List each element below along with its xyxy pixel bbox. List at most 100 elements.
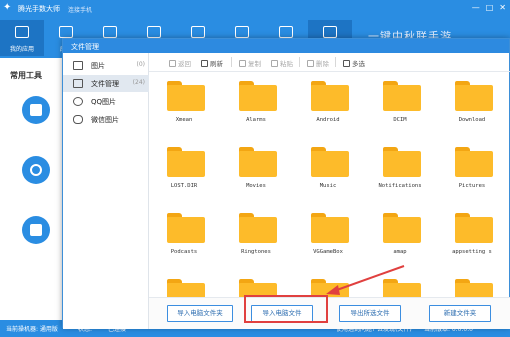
controller-icon: [147, 26, 161, 38]
nav-label: 我的应用: [9, 46, 34, 53]
archive-icon: [30, 224, 42, 236]
export-selected-button[interactable]: 导出所选文件: [339, 305, 401, 322]
nav-my-apps[interactable]: 我的应用: [0, 20, 44, 56]
folder-icon: [239, 213, 277, 243]
dialog-sidebar: 图片 (0) 文件管理 (24) QQ图片 微信图片: [63, 53, 149, 329]
apps-icon: [15, 26, 29, 38]
sidebar-item-images[interactable]: 图片 (0): [63, 57, 149, 74]
dialog-footer: 导入电脑文件夹 导入电脑文件 导出所选文件 新建文件夹: [149, 297, 510, 329]
folder-icon: [455, 81, 493, 111]
maximize-icon[interactable]: □: [486, 3, 494, 12]
folder-item[interactable]: LOST.DIR: [153, 145, 215, 205]
multi-select-label: 多选: [352, 60, 365, 68]
wechat-icon: [73, 115, 83, 124]
folder-name: Xmean: [175, 117, 193, 123]
folder-item[interactable]: Music: [297, 145, 359, 205]
folder-item[interactable]: Pictures: [441, 145, 503, 205]
sidebar-item-qq-images[interactable]: QQ图片: [63, 93, 149, 110]
minimize-icon[interactable]: —: [472, 3, 480, 12]
sidebar-item-wechat-images[interactable]: 微信图片: [63, 111, 149, 128]
refresh-label: 刷新: [210, 60, 223, 68]
sidebar-item-label: QQ图片: [91, 98, 117, 106]
folder-name: Pictures: [458, 183, 486, 189]
folder-icon: [167, 213, 205, 243]
back-icon: [169, 60, 176, 67]
qq-icon: [73, 97, 83, 106]
app-logo-icon: ✦: [3, 2, 12, 13]
checkbox-icon: [343, 60, 350, 67]
highlight-box: [244, 295, 328, 323]
folder-icon: [73, 79, 83, 88]
folder-item[interactable]: appsetting s: [441, 211, 503, 271]
folder-item[interactable]: Notifications: [369, 145, 431, 205]
folder-name: LOST.DIR: [170, 183, 198, 189]
folder-icon: [383, 147, 421, 177]
sidebar-item-count: (24): [132, 79, 145, 86]
folder-item[interactable]: Xmean: [153, 79, 215, 139]
refresh-button[interactable]: 刷新: [201, 58, 223, 68]
delete-label: 删除: [316, 60, 329, 68]
folder-name: Music: [319, 183, 337, 189]
close-icon[interactable]: ✕: [499, 3, 506, 12]
copy-label: 复制: [248, 60, 261, 68]
annotation-arrow: [326, 265, 405, 295]
folder-item[interactable]: [441, 277, 503, 297]
delete-button[interactable]: 删除: [307, 58, 329, 68]
folder-item[interactable]: Alarms: [225, 79, 287, 139]
toolbar-divider: [335, 57, 336, 67]
sidebar-item-label: 文件管理: [91, 80, 119, 88]
folder-item[interactable]: Download: [441, 79, 503, 139]
tools-sidebar: 常用工具: [0, 58, 68, 320]
sidebar-item-label: 微信图片: [91, 116, 119, 124]
android-icon: [323, 26, 337, 38]
folder-icon: [311, 213, 349, 243]
device-status: 当前操机器: 通用版: [6, 326, 58, 333]
new-folder-button[interactable]: 新建文件夹: [429, 305, 491, 322]
paste-button[interactable]: 粘贴: [271, 58, 293, 68]
dialog-titlebar: 文件管理: [63, 39, 509, 53]
tool-backup-button[interactable]: [22, 216, 50, 244]
import-folder-button[interactable]: 导入电脑文件夹: [167, 305, 233, 322]
folder-name: Alarms: [246, 117, 266, 123]
tool-files-button[interactable]: [22, 96, 50, 124]
folder-icon: [383, 81, 421, 111]
folder-name: VGGameBox: [313, 249, 343, 255]
folder-name: Podcasts: [170, 249, 198, 255]
folder-name: Notifications: [378, 183, 422, 189]
paste-label: 粘贴: [280, 60, 293, 68]
back-button[interactable]: 返回: [169, 58, 191, 68]
folder-name: amap: [393, 249, 407, 255]
folder-name: appsetting s: [452, 249, 492, 255]
music-icon: [279, 26, 293, 38]
folder-item[interactable]: Podcasts: [153, 211, 215, 271]
folder-icon: [455, 279, 493, 297]
sidebar-item-count: (0): [136, 61, 146, 68]
copy-icon: [239, 60, 246, 67]
folder-item[interactable]: [153, 277, 215, 297]
copy-button[interactable]: 复制: [239, 58, 261, 68]
connect-phone-link[interactable]: 连接手机: [68, 5, 92, 14]
gamepad-icon: [103, 26, 117, 38]
sidebar-item-label: 图片: [91, 62, 105, 70]
folder-item[interactable]: DCIM: [369, 79, 431, 139]
folder-name: DCIM: [393, 117, 407, 123]
toolbar-divider: [231, 57, 232, 67]
folder-icon: [455, 213, 493, 243]
folder-icon: [30, 104, 42, 116]
folder-item[interactable]: Android: [297, 79, 359, 139]
folder-icon: [239, 81, 277, 111]
folder-name: Android: [316, 117, 340, 123]
image-icon: [191, 26, 205, 38]
folder-icon: [383, 213, 421, 243]
app-title: 腾光手数大师: [18, 5, 60, 13]
multi-select-checkbox[interactable]: 多选: [343, 58, 365, 68]
dialog-toolbar: 返回 刷新 复制 粘贴 删除 多选: [149, 53, 510, 72]
folder-item[interactable]: [225, 277, 287, 297]
folder-item[interactable]: Movies: [225, 145, 287, 205]
folder-item[interactable]: Ringtones: [225, 211, 287, 271]
tool-settings-button[interactable]: [22, 156, 50, 184]
folder-icon: [311, 147, 349, 177]
paste-icon: [271, 60, 278, 67]
sidebar-item-file-manager[interactable]: 文件管理 (24): [63, 75, 149, 92]
folder-name: Download: [458, 117, 486, 123]
